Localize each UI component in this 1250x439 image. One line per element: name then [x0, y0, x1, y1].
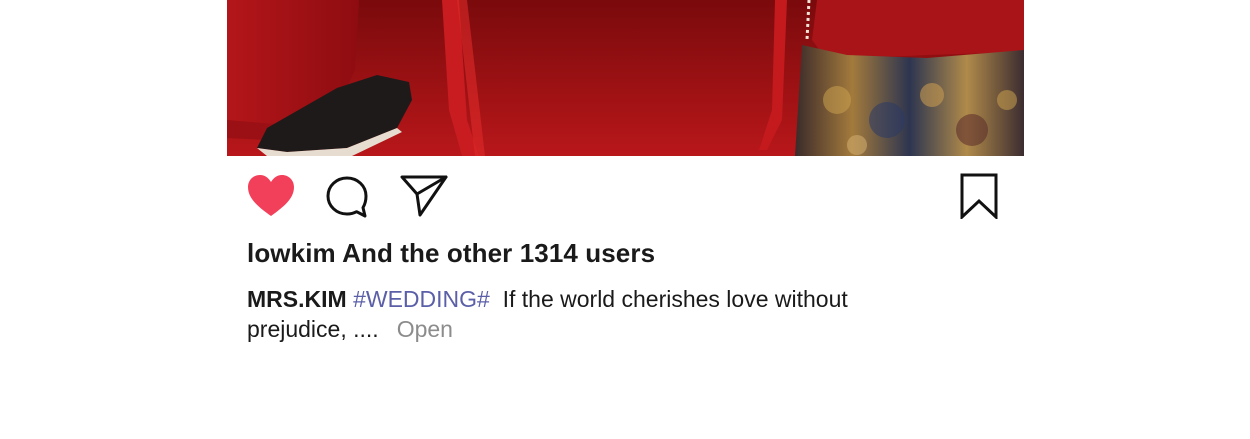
like-button[interactable]	[247, 174, 295, 218]
share-button[interactable]	[400, 174, 448, 218]
caption-hashtag[interactable]: #WEDDING#	[353, 286, 490, 312]
comment-button[interactable]	[325, 175, 369, 219]
caption-text-line2: prejudice, ....	[247, 316, 379, 342]
caption-username[interactable]: MRS.KIM	[247, 286, 347, 312]
heart-icon	[247, 174, 295, 218]
post-caption: MRS.KIM #WEDDING# If the world cherishes…	[247, 284, 937, 344]
save-button[interactable]	[960, 173, 998, 219]
bookmark-icon	[960, 173, 998, 219]
post-card: lowkim And the other 1314 users MRS.KIM …	[227, 0, 1024, 439]
likes-count[interactable]: lowkim And the other 1314 users	[247, 238, 655, 269]
send-icon	[400, 174, 448, 218]
caption-text-line1: If the world cherishes love without	[502, 286, 848, 312]
post-photo[interactable]	[227, 0, 1024, 156]
comment-icon	[325, 175, 369, 219]
caption-more-link[interactable]: Open	[397, 316, 453, 342]
wedding-photo-illustration	[227, 0, 1024, 156]
post-action-bar	[227, 156, 1024, 226]
